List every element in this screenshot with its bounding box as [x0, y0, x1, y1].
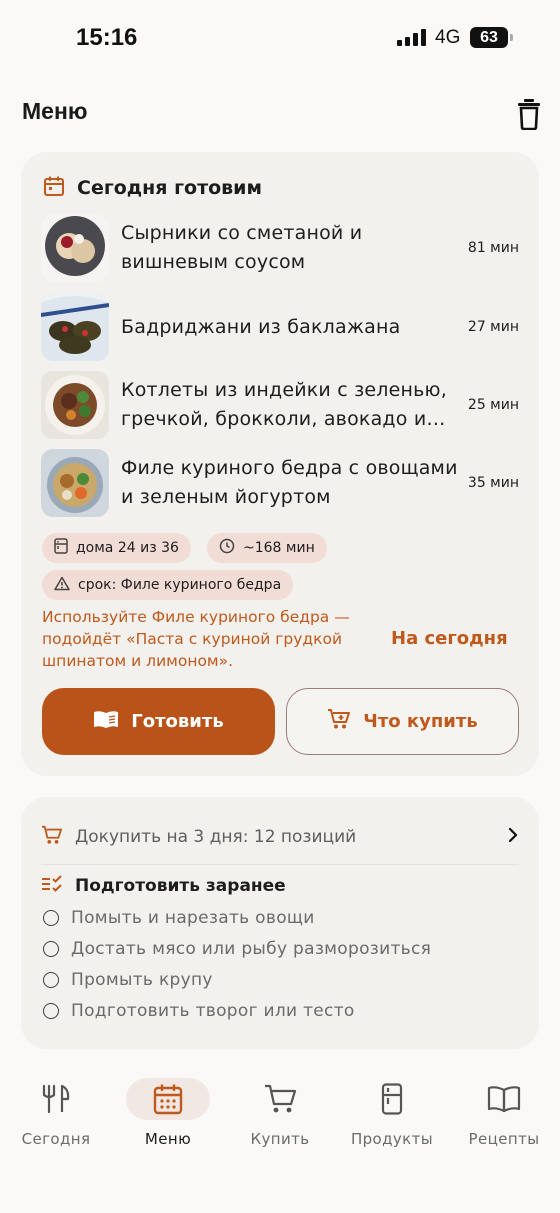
cook-button[interactable]: Готовить: [42, 688, 275, 755]
tab-label: Рецепты: [468, 1130, 540, 1148]
duration-chip: ~168 мин: [207, 533, 327, 563]
todo-item[interactable]: Достать мясо или рыбу разморозиться: [43, 939, 431, 959]
network-type: 4G: [435, 27, 461, 48]
dish-name: Филе куриного бедра с овощами и зеленым …: [121, 457, 458, 508]
todo-text: Достать мясо или рыбу разморозиться: [71, 939, 432, 959]
dish-name: Сырники со сметаной и вишневым соусом: [121, 222, 363, 273]
todo-item[interactable]: Помыть и нарезать овощи: [43, 908, 315, 928]
duration-text: ~168 мин: [243, 540, 315, 556]
expiry-chip: срок: Филе куриного бедра: [42, 570, 294, 600]
cart-icon: [327, 708, 351, 735]
clock-icon: [219, 538, 235, 558]
checkbox-circle[interactable]: [43, 910, 59, 926]
tab-buy[interactable]: Купить: [225, 1078, 335, 1158]
status-bar: 15:16 4G 63: [0, 0, 560, 76]
restock-text: Докупить на 3 дня: 12 позиций: [75, 827, 357, 847]
prep-card: Докупить на 3 дня: 12 позиций Подготовит…: [21, 797, 539, 1049]
prep-header: Подготовить заранее: [41, 875, 286, 897]
prep-title: Подготовить заранее: [75, 876, 286, 896]
tab-recipes[interactable]: Рецепты: [449, 1078, 559, 1158]
cook-button-label: Готовить: [131, 711, 224, 732]
tab-label: Сегодня: [21, 1130, 91, 1148]
cart-icon: [238, 1078, 322, 1120]
page-title: Меню: [22, 98, 88, 124]
dish-name: Бадриджани из баклажана: [121, 315, 401, 338]
dish-photo: [41, 449, 109, 517]
warning-icon: [54, 576, 70, 595]
cart-icon: [41, 825, 63, 849]
todo-text: Промыть крупу: [71, 970, 213, 990]
divider: [41, 864, 519, 865]
today-title: Сегодня готовим: [77, 177, 263, 199]
calendar-icon: [126, 1078, 210, 1120]
today-card: Сегодня готовим Сырники со сметаной и ви…: [21, 152, 539, 776]
tab-products[interactable]: Продукты: [337, 1078, 447, 1158]
book-icon: [462, 1078, 546, 1120]
suggestion-text: Используйте Филе куриного бедра — подойд…: [42, 608, 350, 670]
dish-photo: [41, 371, 109, 439]
home-stock-text: дома 24 из 36: [76, 540, 179, 556]
tab-menu[interactable]: Меню: [113, 1078, 223, 1158]
tab-label: Меню: [144, 1130, 192, 1148]
trash-icon[interactable]: [514, 98, 544, 131]
dish-time: 27 мин: [467, 319, 519, 335]
page-header: Меню: [0, 96, 560, 136]
tab-label: Продукты: [350, 1130, 434, 1148]
tab-label: Купить: [250, 1130, 310, 1148]
fridge-icon: [350, 1078, 434, 1120]
todo-text: Подготовить творог или тесто: [71, 1001, 355, 1021]
signal-icon: [397, 29, 426, 46]
todo-item[interactable]: Подготовить творог или тесто: [43, 1001, 355, 1021]
dish-item[interactable]: Котлеты из индейки с зеленью, гречкой, б…: [41, 371, 519, 439]
dish-time: 25 мин: [467, 397, 519, 413]
what-to-buy-label: Что купить: [363, 711, 478, 732]
expiry-text: срок: Филе куриного бедра: [78, 577, 282, 593]
tab-bar: Сегодня Меню Купить Продукты Рецепты: [0, 1078, 560, 1168]
todo-item[interactable]: Промыть крупу: [43, 970, 213, 990]
today-header: Сегодня готовим: [43, 175, 262, 201]
dish-item[interactable]: Филе куриного бедра с овощами и зеленым …: [41, 449, 519, 517]
tab-today[interactable]: Сегодня: [1, 1078, 111, 1158]
dish-name: Котлеты из индейки с зеленью, гречкой, б…: [121, 379, 447, 430]
checkbox-circle[interactable]: [43, 941, 59, 957]
open-book-icon: [93, 709, 119, 734]
status-time: 15:16: [76, 24, 138, 51]
calendar-icon: [43, 175, 65, 201]
home-stock-chip: дома 24 из 36: [42, 533, 191, 563]
checkbox-circle[interactable]: [43, 1003, 59, 1019]
todo-text: Помыть и нарезать овощи: [71, 908, 315, 928]
battery-icon: 63: [470, 27, 513, 48]
restock-row[interactable]: Докупить на 3 дня: 12 позиций: [41, 822, 519, 852]
chevron-right-icon: [507, 827, 519, 847]
dish-item[interactable]: Сырники со сметаной и вишневым соусом 81…: [41, 214, 519, 282]
dish-photo: [41, 214, 109, 282]
what-to-buy-button[interactable]: Что купить: [286, 688, 519, 755]
checkbox-circle[interactable]: [43, 972, 59, 988]
battery-level: 63: [480, 29, 498, 46]
dish-photo: [41, 293, 109, 361]
for-today-button[interactable]: На сегодня: [391, 628, 508, 649]
checklist-icon: [41, 875, 63, 897]
fork-knife-icon: [14, 1078, 98, 1120]
dish-time: 81 мин: [467, 240, 519, 256]
dish-item[interactable]: Бадриджани из баклажана 27 мин: [41, 293, 519, 361]
dish-time: 35 мин: [467, 475, 519, 491]
fridge-icon: [54, 538, 68, 558]
